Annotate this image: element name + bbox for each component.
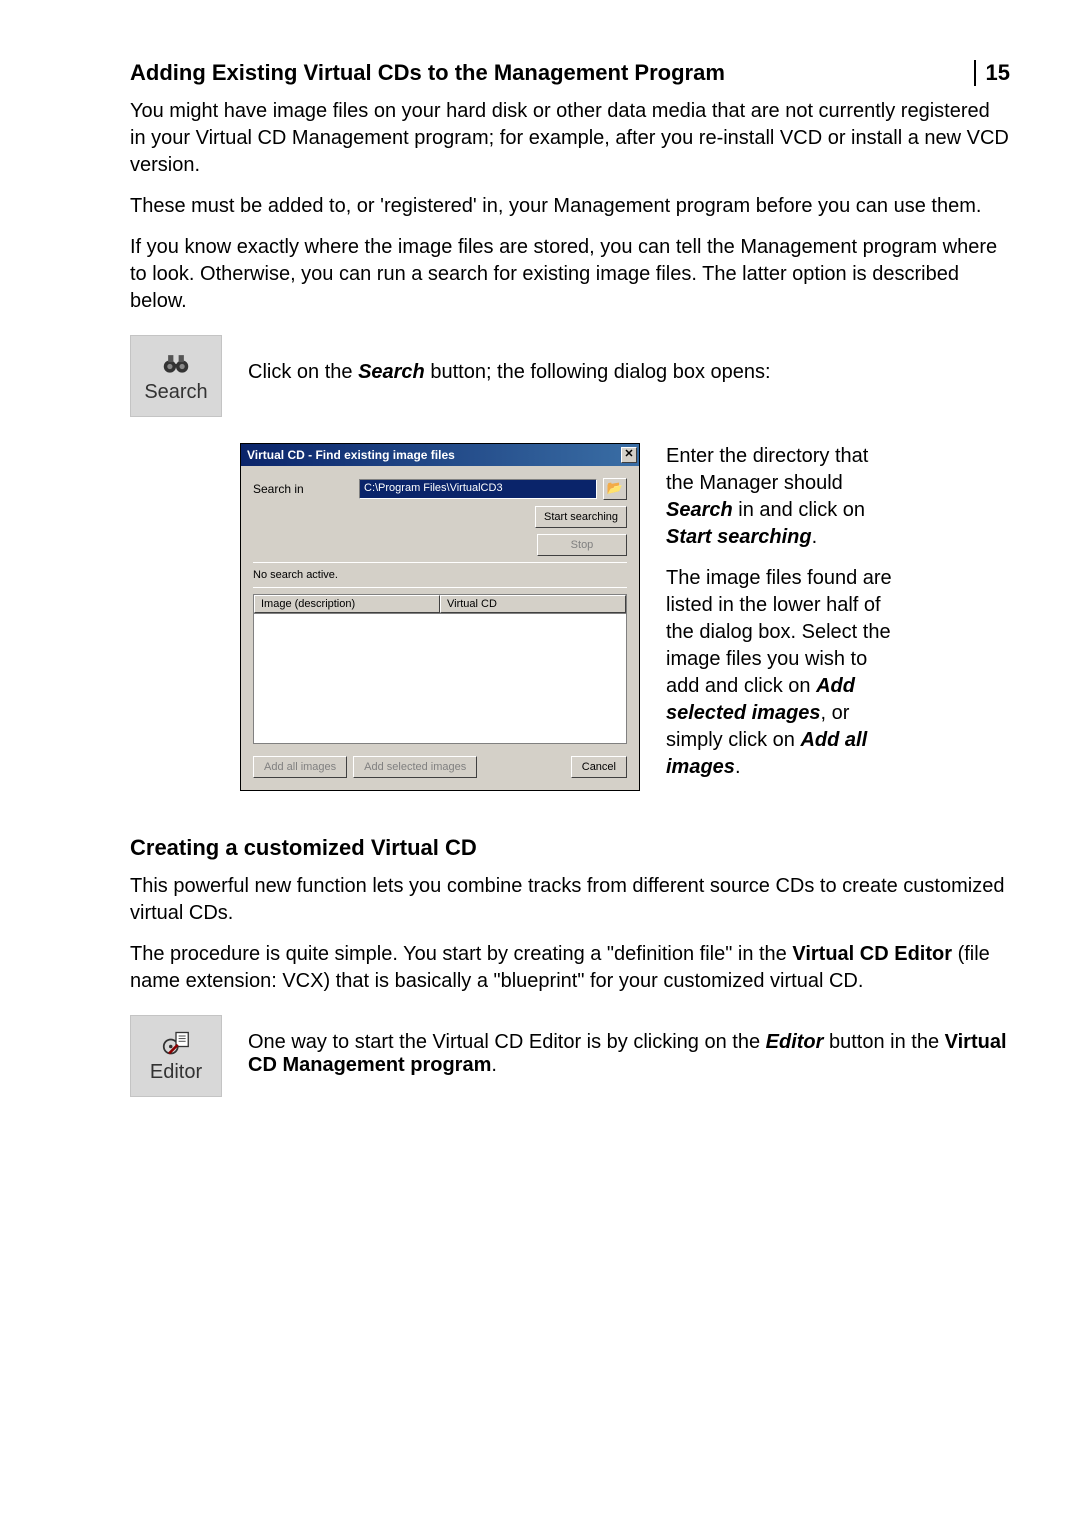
- editor-icon: [162, 1029, 190, 1057]
- editor-button[interactable]: Editor: [130, 1015, 222, 1097]
- body-paragraph: You might have image files on your hard …: [130, 98, 1010, 179]
- divider: [253, 587, 627, 588]
- results-list-header: Image (description) Virtual CD: [253, 594, 627, 614]
- results-list[interactable]: [253, 614, 627, 744]
- browse-button[interactable]: 📂: [603, 478, 627, 500]
- section-title-2: Creating a customized Virtual CD: [130, 835, 1010, 861]
- stop-button[interactable]: Stop: [537, 534, 627, 556]
- search-in-label: Search in: [253, 482, 353, 496]
- search-button[interactable]: Search: [130, 335, 222, 417]
- binoculars-icon: [162, 349, 190, 377]
- col-virtual-cd[interactable]: Virtual CD: [440, 595, 626, 613]
- page-number: 15: [974, 60, 1010, 86]
- folder-open-icon: 📂: [607, 480, 623, 495]
- search-button-label: Search: [144, 381, 207, 404]
- search-status: No search active.: [253, 569, 627, 581]
- col-image-description[interactable]: Image (description): [254, 595, 440, 613]
- editor-instruction-text: One way to start the Virtual CD Editor i…: [248, 1015, 1010, 1077]
- add-all-images-button[interactable]: Add all images: [253, 756, 347, 778]
- cancel-button[interactable]: Cancel: [571, 756, 627, 778]
- editor-button-label: Editor: [150, 1061, 202, 1084]
- search-in-input[interactable]: C:\Program Files\VirtualCD3: [359, 479, 597, 499]
- body-paragraph: The procedure is quite simple. You start…: [130, 941, 1010, 995]
- dialog-titlebar: Virtual CD - Find existing image files ✕: [241, 444, 639, 466]
- dialog-side-text: Enter the directory that the Manager sho…: [666, 443, 901, 795]
- divider: [253, 562, 627, 563]
- body-paragraph: This powerful new function lets you comb…: [130, 873, 1010, 927]
- close-icon[interactable]: ✕: [621, 447, 637, 463]
- start-searching-button[interactable]: Start searching: [535, 506, 627, 528]
- add-selected-images-button[interactable]: Add selected images: [353, 756, 477, 778]
- body-paragraph: If you know exactly where the image file…: [130, 234, 1010, 315]
- search-instruction-text: Click on the Search button; the followin…: [248, 335, 1010, 384]
- find-images-dialog: Virtual CD - Find existing image files ✕…: [240, 443, 640, 791]
- section-title-1: Adding Existing Virtual CDs to the Manag…: [130, 60, 725, 86]
- body-paragraph: These must be added to, or 'registered' …: [130, 193, 1010, 220]
- dialog-title: Virtual CD - Find existing image files: [247, 448, 455, 462]
